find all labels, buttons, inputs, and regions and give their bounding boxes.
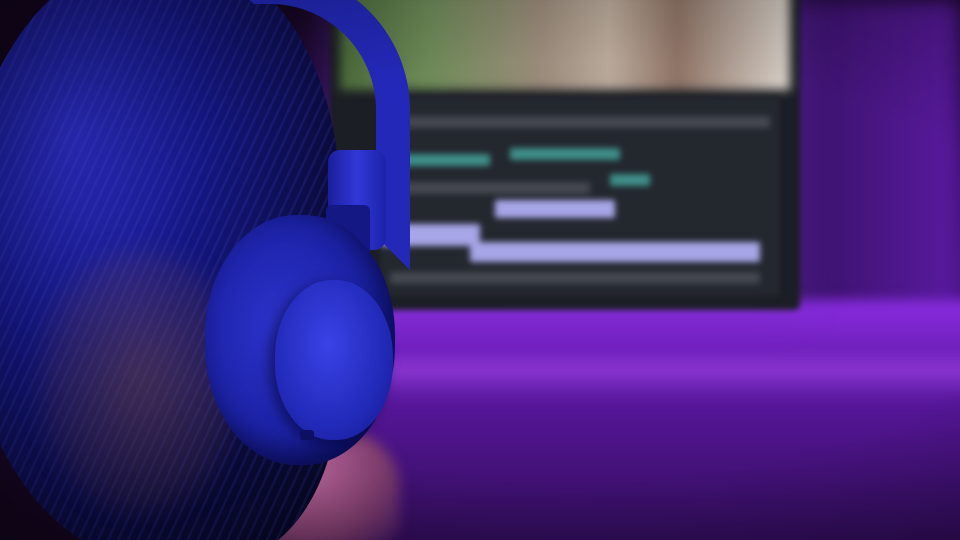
timeline-track (390, 116, 770, 128)
timeline-clip (400, 154, 490, 166)
timeline-clip (470, 242, 760, 262)
desk (360, 300, 960, 540)
video-preview (340, 0, 790, 90)
photo-scene (0, 0, 960, 540)
timeline-track (390, 272, 760, 284)
headphones-button (300, 430, 314, 440)
timeline-track (390, 182, 590, 194)
desk-edge-highlight (380, 360, 960, 400)
timeline-clip (510, 148, 620, 160)
timeline-clip (610, 174, 650, 186)
headphones-cup-plate (275, 280, 393, 440)
video-editing-timeline (380, 96, 780, 296)
timeline-clip (495, 200, 615, 218)
